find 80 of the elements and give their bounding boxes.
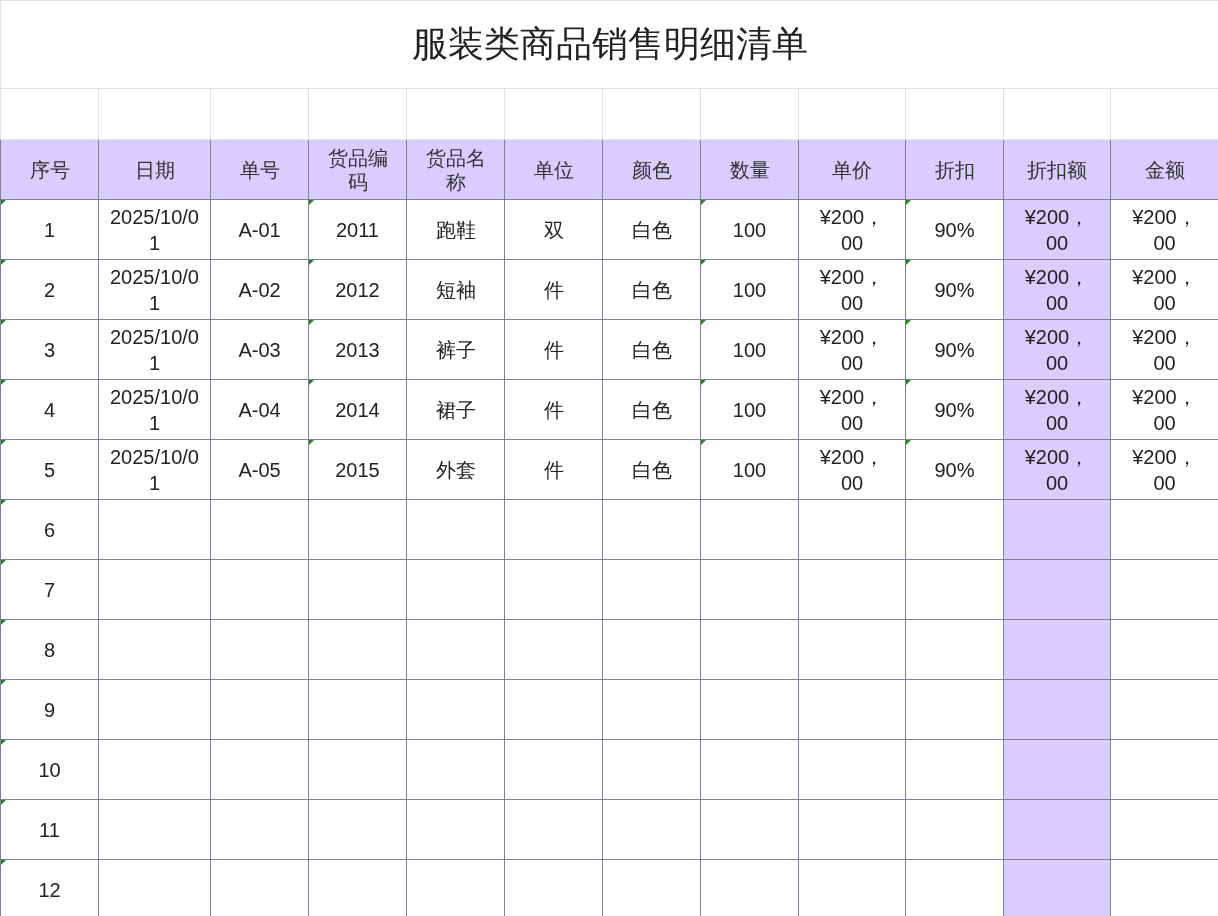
table-cell: 裙子	[435, 398, 476, 421]
table-cell: 件	[543, 338, 564, 361]
table-cell: 裤子	[435, 338, 476, 361]
table-cell: ¥200，00	[1024, 385, 1090, 434]
table-cell: 白色	[631, 458, 672, 481]
table-cell: 1	[43, 218, 56, 241]
table-cell: 短袖	[435, 278, 476, 301]
table-cell: ¥200，00	[1132, 265, 1197, 314]
table-cell: ¥200，00	[1132, 205, 1197, 254]
table-cell: 2014	[335, 398, 380, 421]
table-cell: 白色	[631, 218, 672, 241]
table-cell: A-05	[238, 458, 281, 481]
column-header: 单价	[798, 139, 906, 200]
column-header: 折扣额	[1003, 139, 1111, 200]
table-cell: 90%	[934, 458, 975, 481]
table-cell: ¥200，00	[1024, 265, 1090, 314]
column-header: 折扣	[905, 139, 1004, 200]
table-cell: 7	[43, 578, 56, 601]
table-cell: 90%	[934, 398, 975, 421]
column-header: 数量	[700, 139, 799, 200]
column-header: 日期	[98, 139, 211, 200]
table-cell: 100	[732, 458, 767, 481]
table-cell: 2015	[335, 458, 380, 481]
table-cell: A-03	[238, 338, 281, 361]
table-cell: 100	[732, 218, 767, 241]
table-cell: 10	[38, 758, 61, 781]
table-cell: 11	[39, 818, 60, 841]
table-cell: 2	[43, 278, 56, 301]
table-cell: A-04	[238, 398, 281, 421]
table-cell: ¥200，00	[1132, 325, 1197, 374]
table-cell: 4	[43, 398, 56, 421]
table-cell: ¥200，00	[819, 385, 885, 434]
table-cell: ¥200，00	[1024, 325, 1090, 374]
table-cell: 件	[543, 458, 564, 481]
sheet-title: 服装类商品销售明细清单	[0, 0, 1218, 89]
table-cell: 90%	[934, 278, 975, 301]
table-cell: ¥200，00	[819, 325, 885, 374]
table-cell: ¥200，00	[819, 205, 885, 254]
column-header: 货品编码	[308, 139, 407, 200]
table-cell: 白色	[631, 338, 672, 361]
table-cell: 90%	[934, 338, 975, 361]
table-cell: 100	[732, 278, 767, 301]
table-cell: 2012	[335, 278, 380, 301]
column-header: 序号	[0, 139, 99, 200]
table-cell: 5	[43, 458, 56, 481]
table-cell: 6	[43, 518, 56, 541]
table-cell: A-02	[238, 278, 281, 301]
table-cell: 跑鞋	[435, 218, 476, 241]
table-cell: 90%	[934, 218, 975, 241]
table-cell: 12	[38, 878, 61, 901]
table-cell: 双	[543, 218, 564, 241]
table-cell: 白色	[631, 398, 672, 421]
table-cell: 2011	[336, 218, 379, 241]
table-cell: ¥200，00	[1132, 445, 1197, 494]
table-cell: 2025/10/01	[110, 445, 199, 494]
table-cell: 8	[43, 638, 56, 661]
table-cell: 100	[732, 338, 767, 361]
table-cell: 2025/10/01	[110, 325, 199, 374]
table-cell: ¥200，00	[1024, 205, 1090, 254]
table-cell: 件	[543, 278, 564, 301]
table-cell: ¥200，00	[819, 265, 885, 314]
table-cell: 2013	[335, 338, 380, 361]
table-cell: ¥200，00	[819, 445, 885, 494]
table-cell: 2025/10/01	[110, 385, 199, 434]
table-cell: ¥200，00	[1024, 445, 1090, 494]
table-cell: 9	[43, 698, 56, 721]
table-cell: 白色	[631, 278, 672, 301]
column-header: 货品名称	[406, 139, 505, 200]
column-header: 金额	[1110, 139, 1218, 200]
table-cell: 件	[543, 398, 564, 421]
table-cell: ¥200，00	[1132, 385, 1197, 434]
column-header: 颜色	[602, 139, 701, 200]
column-header: 单号	[210, 139, 309, 200]
table-cell: 2025/10/01	[110, 205, 199, 254]
table-cell: 外套	[435, 458, 476, 481]
table-cell: 2025/10/01	[110, 265, 199, 314]
column-header: 单位	[504, 139, 603, 200]
table-cell: A-01	[238, 218, 281, 241]
table-cell: 100	[732, 398, 767, 421]
table-cell: 3	[43, 338, 56, 361]
